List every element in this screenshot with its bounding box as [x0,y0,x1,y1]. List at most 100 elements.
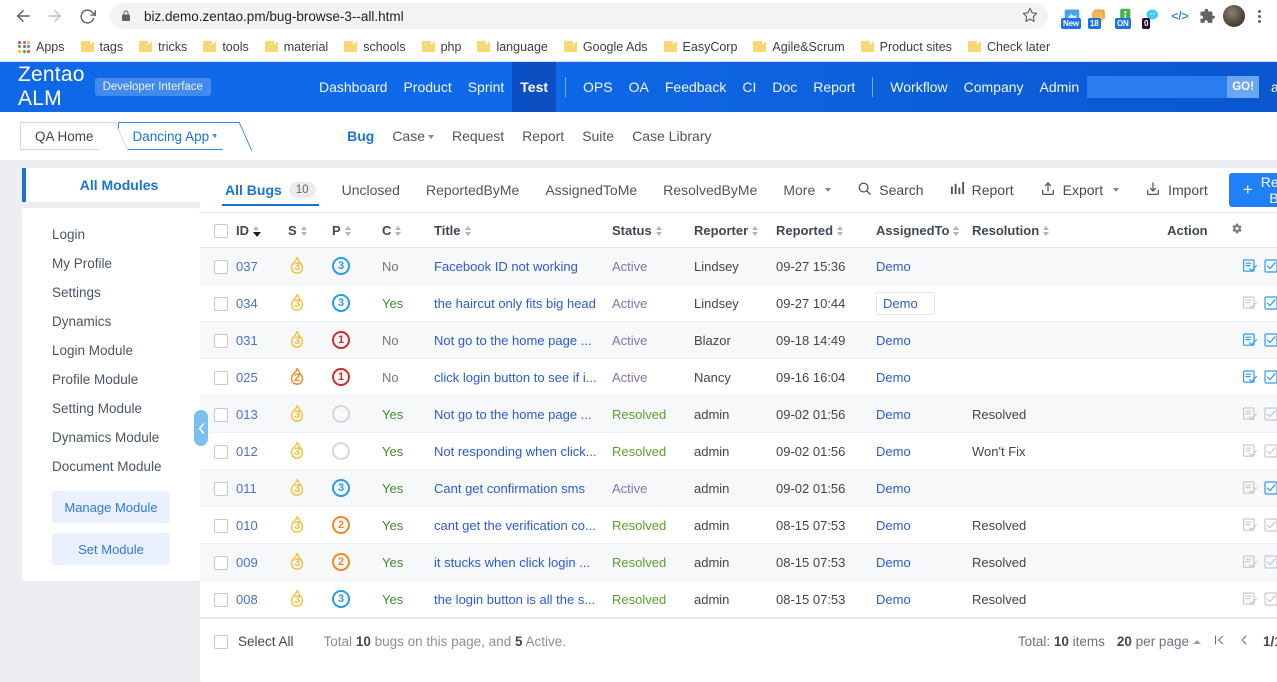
nav-test[interactable]: Test [512,62,556,112]
bookmark-language[interactable]: language [469,37,555,57]
table-row[interactable]: 00932Yesit stucks when click login ...Re… [200,544,1277,581]
row-checkbox[interactable] [214,297,228,311]
bookmark-star-icon[interactable] [1022,7,1038,26]
select-all-control[interactable]: Select All [214,634,294,649]
browser-menu-icon[interactable] [1249,10,1269,23]
header-confirmed[interactable]: C [378,213,430,248]
set-module-button[interactable]: Set Module [52,533,170,565]
bookmark-tricks[interactable]: tricks [131,37,195,57]
back-arrow-icon[interactable] [8,1,38,31]
confirm-bug-icon[interactable] [1242,258,1258,274]
filter-tab-assigned-to-me[interactable]: AssignedToMe [532,168,650,212]
header-resolution[interactable]: Resolution [968,213,1064,248]
confirm-bug-icon[interactable] [1242,332,1258,348]
bookmark-google-ads[interactable]: Google Ads [556,37,656,57]
prev-page-icon[interactable] [1238,634,1250,649]
assignedto-link[interactable]: Demo [876,370,911,385]
forward-arrow-icon[interactable] [40,1,70,31]
bug-title-link[interactable]: the login button is all the s... [434,592,595,607]
sidebar-item-dynamics-module[interactable]: Dynamics Module [22,423,200,452]
screenshot-extension-icon[interactable]: New [1060,4,1084,28]
header-title[interactable]: Title [430,213,608,248]
bug-title-link[interactable]: the haircut only fits big head [434,296,596,311]
bookmark-schools[interactable]: schools [336,37,413,57]
nav-workflow[interactable]: Workflow [882,62,955,112]
assignedto-link[interactable]: Demo [876,481,911,496]
bookmark-apps[interactable]: Apps [10,37,73,57]
reload-icon[interactable] [72,1,102,31]
nav-feedback[interactable]: Feedback [657,62,734,112]
bookmark-easycorp[interactable]: EasyCorp [656,37,746,57]
sidebar-item-profile-module[interactable]: Profile Module [22,365,200,394]
nav-ops[interactable]: OPS [575,62,621,112]
row-checkbox[interactable] [214,519,228,533]
table-row[interactable]: 0133YesNot go to the home page ...Resolv… [200,396,1277,433]
bug-title-link[interactable]: Cant get confirmation sms [434,481,585,496]
nav-ci[interactable]: CI [734,62,764,112]
table-row[interactable]: 03131NoNot go to the home page ...Active… [200,322,1277,359]
bug-title-link[interactable]: Facebook ID not working [434,259,578,274]
tab-manager-extension-icon[interactable]: 18 [1087,4,1111,28]
resolve-bug-icon[interactable] [1263,295,1277,311]
row-checkbox[interactable] [214,260,228,274]
header-assignedto[interactable]: AssignedTo [872,213,968,248]
search-button[interactable]: Search [844,173,936,207]
bug-title-link[interactable]: click login button to see if i... [434,370,597,385]
bookmark-check-later[interactable]: Check later [960,37,1058,57]
sidebar-item-my-profile[interactable]: My Profile [22,249,200,278]
row-checkbox[interactable] [214,482,228,496]
sidebar-item-document-module[interactable]: Document Module [22,452,200,481]
tab-suite[interactable]: Suite [582,128,614,144]
profile-avatar[interactable] [1222,4,1246,28]
header-id[interactable]: ID [232,213,284,248]
confirm-bug-icon[interactable] [1242,369,1258,385]
header-priority[interactable]: P [328,213,378,248]
search-input[interactable] [1087,76,1227,98]
table-row[interactable]: 01133YesCant get confirmation smsActivea… [200,470,1277,507]
nav-report[interactable]: Report [805,62,863,112]
bookmark-agile-scrum[interactable]: Agile&Scrum [745,37,852,57]
report-bug-button[interactable]: + Report Bug [1229,173,1277,207]
select-all-header-checkbox[interactable] [214,224,228,238]
sidebar-item-settings[interactable]: Settings [22,278,200,307]
nav-company[interactable]: Company [956,62,1032,112]
header-status[interactable]: Status [608,213,690,248]
import-button[interactable]: Import [1132,173,1221,207]
bug-title-link[interactable]: Not go to the home page ... [434,407,592,422]
filter-tab-unclosed[interactable]: Unclosed [329,168,413,212]
manage-module-button[interactable]: Manage Module [52,491,170,523]
assignedto-link[interactable]: Demo [883,296,918,311]
extensions-puzzle-icon[interactable] [1195,4,1219,28]
sidebar-item-setting-module[interactable]: Setting Module [22,394,200,423]
bookmark-tools[interactable]: tools [195,37,256,57]
table-row[interactable]: 01032Yescant get the verification co...R… [200,507,1277,544]
header-severity[interactable]: S [284,213,328,248]
select-all-checkbox[interactable] [214,635,228,649]
info-extension-icon[interactable]: ON [1114,4,1138,28]
sidebar-item-dynamics[interactable]: Dynamics [22,307,200,336]
tab-case-library[interactable]: Case Library [632,128,711,144]
resolve-bug-icon[interactable] [1263,369,1277,385]
table-row[interactable]: 03433Yesthe haircut only fits big headAc… [200,285,1277,322]
code-extension-icon[interactable]: </> [1168,4,1192,28]
assignedto-link[interactable]: Demo [876,259,911,274]
row-checkbox[interactable] [214,334,228,348]
nav-doc[interactable]: Doc [764,62,805,112]
assignedto-link[interactable]: Demo [876,407,911,422]
nav-dashboard[interactable]: Dashboard [311,62,396,112]
filter-tab-all-bugs[interactable]: All Bugs 10 [212,168,329,212]
breadcrumb-project[interactable]: Dancing App [118,122,233,150]
bookmark-product-sites[interactable]: Product sites [853,37,960,57]
header-reporter[interactable]: Reporter [690,213,772,248]
row-checkbox[interactable] [214,445,228,459]
row-checkbox[interactable] [214,408,228,422]
table-row[interactable]: 0123YesNot responding when click...Resol… [200,433,1277,470]
filter-tab-resolved-by-me[interactable]: ResolvedByMe [650,168,770,212]
sidebar-item-login-module[interactable]: Login Module [22,336,200,365]
tab-report[interactable]: Report [522,128,564,144]
filter-tab-more[interactable]: More [770,168,844,212]
per-page-selector[interactable]: 20 per page [1117,634,1201,649]
assignedto-link[interactable]: Demo [876,555,911,570]
assignedto-link[interactable]: Demo [876,518,911,533]
messenger-extension-icon[interactable]: 0 [1141,4,1165,28]
